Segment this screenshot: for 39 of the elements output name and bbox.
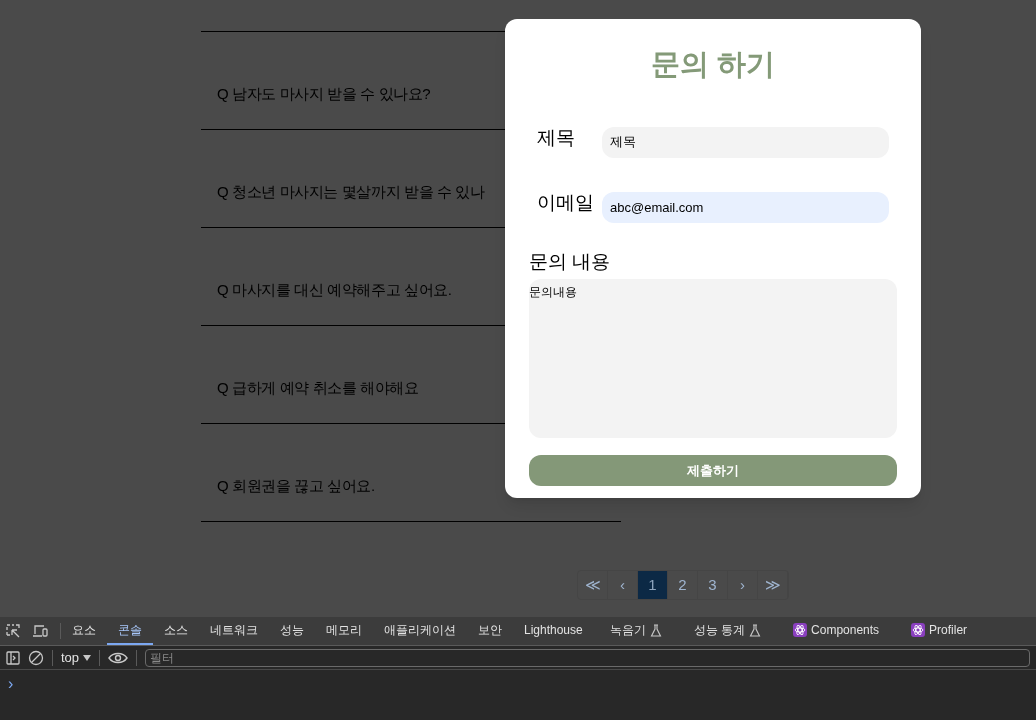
atom-icon (911, 623, 926, 637)
devtools-tab[interactable]: 네트워크 (199, 617, 269, 645)
devtools-tab[interactable]: 성능 (269, 617, 315, 645)
flask-icon (649, 623, 662, 637)
page-button[interactable]: 2 (668, 571, 698, 599)
field-label: 문의 내용 (529, 249, 612, 274)
inspect-element-icon[interactable] (6, 624, 20, 638)
flask-icon (749, 623, 762, 637)
devtools-tab[interactable]: Profiler (900, 617, 979, 645)
console-prompt: › (8, 675, 14, 692)
devtools-tab[interactable]: 녹음기 (598, 617, 673, 645)
devtools-tab[interactable]: Lighthouse (513, 617, 594, 645)
devtools-tab[interactable]: 요소 (61, 617, 107, 645)
modal-title: 문의 하기 (649, 47, 777, 82)
devtools-tab[interactable]: 보안 (467, 617, 513, 645)
devtools-tab[interactable]: 성능 통계 (682, 617, 773, 645)
first-page-button[interactable]: ≪ (578, 571, 608, 599)
field-label: 제목 (537, 125, 576, 150)
clear-console-icon[interactable] (28, 649, 44, 666)
caret-icon (83, 654, 92, 661)
atom-icon (793, 623, 808, 637)
text-field[interactable]: abc@email.com (602, 191, 889, 223)
page-button[interactable]: 3 (698, 571, 728, 599)
eye-icon[interactable] (108, 651, 129, 664)
text-field[interactable]: 제목 (602, 126, 889, 158)
message-field[interactable]: 문의내용 (529, 279, 897, 438)
devtools-tab[interactable]: 메모리 (315, 617, 373, 645)
devtools-tab[interactable]: Components (782, 617, 891, 645)
next-page-button[interactable]: › (728, 571, 758, 599)
field-label: 이메일 (537, 190, 595, 215)
devtools-tab[interactable]: 소스 (153, 617, 199, 645)
filter-field[interactable]: 필터 (145, 648, 1030, 667)
page-button[interactable]: 1 (638, 571, 668, 599)
last-page-button[interactable]: ≫ (758, 571, 788, 599)
devtools-tab[interactable]: 콘솔 (107, 617, 153, 645)
sidebar-icon[interactable] (6, 650, 20, 665)
devtools-tab[interactable]: 애플리케이션 (373, 617, 467, 645)
device-toolbar-icon[interactable] (32, 624, 48, 638)
context-dropdown[interactable]: top (61, 647, 92, 668)
